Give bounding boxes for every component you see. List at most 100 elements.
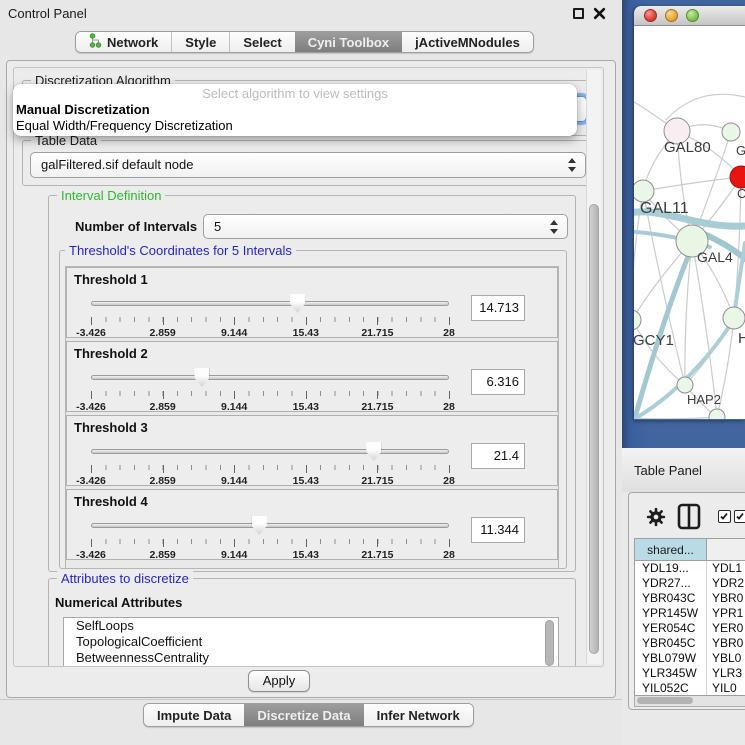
network-node-label: HAP2 bbox=[687, 392, 721, 407]
network-node[interactable] bbox=[730, 166, 745, 188]
threshold-slider[interactable]: -3.426 2.859 9.144 15.43 21.715 28 bbox=[91, 294, 449, 338]
combo-stepper-icon[interactable] bbox=[568, 158, 577, 172]
apply-button[interactable]: Apply bbox=[248, 670, 310, 692]
table-data-group: Table Data galFiltered.sif default node bbox=[22, 140, 594, 186]
table-data-combobox[interactable]: galFiltered.sif default node bbox=[30, 152, 586, 178]
tab-select[interactable]: Select bbox=[229, 32, 294, 52]
window-titlebar[interactable] bbox=[634, 6, 745, 26]
tick-label: 28 bbox=[443, 549, 455, 561]
algorithm-dropdown-popup: Select algorithm to view settings Manual… bbox=[13, 84, 577, 136]
network-edge[interactable] bbox=[643, 177, 741, 191]
network-canvas-svg[interactable]: GAL80GACGAL11GAL4GCY1HHAP2 bbox=[634, 26, 745, 419]
network-edge[interactable] bbox=[634, 417, 717, 419]
number-of-intervals-combobox[interactable]: 5 bbox=[203, 214, 568, 239]
tick-label: 28 bbox=[443, 327, 455, 339]
threshold-value-field[interactable]: 11.344 bbox=[471, 517, 525, 543]
tab-cyni-toolbox[interactable]: Cyni Toolbox bbox=[295, 32, 402, 52]
tick-label: 15.43 bbox=[293, 401, 319, 413]
table-row[interactable]: YLR345W YLR3 bbox=[635, 666, 745, 681]
cell-name: YBR0 bbox=[707, 591, 745, 606]
close-icon[interactable] bbox=[593, 7, 606, 20]
control-panel-tabs: Network Style Select Cyni Toolbox jActiv… bbox=[75, 31, 534, 53]
column-header-shared-name[interactable]: shared... bbox=[635, 539, 707, 560]
scrollbar-thumb[interactable] bbox=[589, 204, 599, 654]
slider-handle[interactable] bbox=[194, 368, 209, 387]
network-node[interactable] bbox=[723, 307, 745, 329]
network-canvas[interactable]: GAL80GACGAL11GAL4GCY1HHAP2 bbox=[634, 26, 745, 419]
network-node[interactable] bbox=[634, 310, 641, 330]
numerical-attributes-list[interactable]: SelfLoops TopologicalCoefficient Between… bbox=[63, 617, 559, 667]
slider-handle[interactable] bbox=[252, 516, 267, 535]
slider-handle[interactable] bbox=[366, 442, 381, 461]
cell-name: YER0 bbox=[707, 621, 745, 636]
threshold-value-field[interactable]: 14.713 bbox=[471, 295, 525, 321]
list-item[interactable]: TopologicalCoefficient bbox=[64, 634, 558, 650]
checkbox-icon[interactable] bbox=[734, 510, 745, 523]
threshold-value-field[interactable]: 21.4 bbox=[471, 443, 525, 469]
dropdown-option-equal-width-frequency[interactable]: Equal Width/Frequency Discretization bbox=[16, 118, 574, 134]
tab-infer-network[interactable]: Infer Network bbox=[364, 704, 473, 726]
close-traffic-light-icon[interactable] bbox=[644, 9, 657, 22]
table-row[interactable]: YPR145W YPR1 bbox=[635, 606, 745, 621]
tick-label: -3.426 bbox=[76, 549, 106, 561]
network-edge[interactable] bbox=[692, 241, 717, 417]
slider-track[interactable] bbox=[91, 449, 449, 454]
table-row[interactable]: YDR27... YDR2 bbox=[635, 576, 745, 591]
threshold-row: Threshold 2 -3.426 2.859 bbox=[66, 341, 558, 412]
minimize-traffic-light-icon[interactable] bbox=[665, 9, 678, 22]
network-node[interactable] bbox=[677, 377, 693, 393]
slider-handle[interactable] bbox=[290, 294, 305, 313]
tick-label: 15.43 bbox=[293, 549, 319, 561]
checkbox-icon[interactable] bbox=[718, 510, 731, 523]
column-header-name[interactable]: na bbox=[707, 539, 745, 560]
table-panel-title: Table Panel bbox=[634, 463, 702, 478]
tab-impute-data[interactable]: Impute Data bbox=[144, 704, 244, 726]
vertical-scrollbar[interactable] bbox=[586, 70, 601, 664]
tab-style[interactable]: Style bbox=[171, 32, 229, 52]
tab-network[interactable]: Network bbox=[76, 32, 171, 52]
list-scrollbar-thumb[interactable] bbox=[545, 620, 554, 666]
cyni-bottom-tabs: Impute Data Discretize Data Infer Networ… bbox=[143, 703, 474, 727]
slider-track[interactable] bbox=[91, 523, 449, 528]
network-node-label: GCY1 bbox=[634, 332, 674, 349]
network-node[interactable] bbox=[722, 123, 740, 141]
tab-label: Network bbox=[107, 35, 158, 50]
threshold-value-field[interactable]: 6.316 bbox=[471, 369, 525, 395]
scrollbar-thumb[interactable] bbox=[637, 697, 693, 704]
attributes-group: Attributes to discretize Numerical Attri… bbox=[48, 578, 576, 667]
table-row[interactable]: YDL19... YDL1 bbox=[635, 561, 745, 576]
tick-label: 15.43 bbox=[293, 475, 319, 487]
threshold-slider[interactable]: -3.426 2.859 9.144 15.43 21.715 28 bbox=[91, 516, 449, 560]
network-view-window: GAL80GACGAL11GAL4GCY1HHAP2 bbox=[634, 6, 745, 420]
tab-discretize-data[interactable]: Discretize Data bbox=[244, 704, 363, 726]
dropdown-option-manual-discretization[interactable]: Manual Discretization bbox=[16, 102, 574, 118]
threshold-slider[interactable]: -3.426 2.859 9.144 15.43 21.715 28 bbox=[91, 442, 449, 486]
horizontal-scrollbar[interactable] bbox=[634, 696, 745, 707]
network-edge[interactable] bbox=[666, 94, 745, 120]
table-row[interactable]: YBR043C YBR0 bbox=[635, 591, 745, 606]
combo-stepper-icon[interactable] bbox=[550, 220, 559, 234]
list-item[interactable]: SelfLoops bbox=[64, 618, 558, 634]
network-node[interactable] bbox=[634, 180, 654, 202]
threshold-slider[interactable]: -3.426 2.859 9.144 15.43 21.715 28 bbox=[91, 368, 449, 412]
zoom-traffic-light-icon[interactable] bbox=[686, 9, 699, 22]
gear-icon[interactable] bbox=[645, 506, 667, 533]
tick-label: 2.859 bbox=[149, 475, 175, 487]
table-row[interactable]: YBL079W YBL0 bbox=[635, 651, 745, 666]
threshold-label: Threshold 3 bbox=[74, 420, 148, 435]
threshold-row: Threshold 3 -3.426 2.859 bbox=[66, 415, 558, 486]
split-view-icon[interactable] bbox=[677, 503, 701, 535]
slider-track[interactable] bbox=[91, 375, 449, 380]
table-row[interactable]: YBR045C YBR0 bbox=[635, 636, 745, 651]
float-window-icon[interactable] bbox=[573, 8, 584, 19]
network-node[interactable] bbox=[709, 409, 725, 419]
table-row[interactable]: YIL052C YIL0 bbox=[635, 681, 745, 696]
list-item[interactable]: BetweennessCentrality bbox=[64, 650, 558, 666]
threshold-row: Threshold 4 -3.426 2.859 bbox=[66, 489, 558, 560]
tick-label: 21.715 bbox=[361, 401, 393, 413]
table-row[interactable]: YER054C YER0 bbox=[635, 621, 745, 636]
numerical-attributes-label: Numerical Attributes bbox=[55, 595, 182, 610]
slider-track[interactable] bbox=[91, 301, 449, 306]
tab-jactivemnodules[interactable]: jActiveMNodules bbox=[402, 32, 533, 52]
network-node-label: GAL11 bbox=[640, 200, 689, 217]
